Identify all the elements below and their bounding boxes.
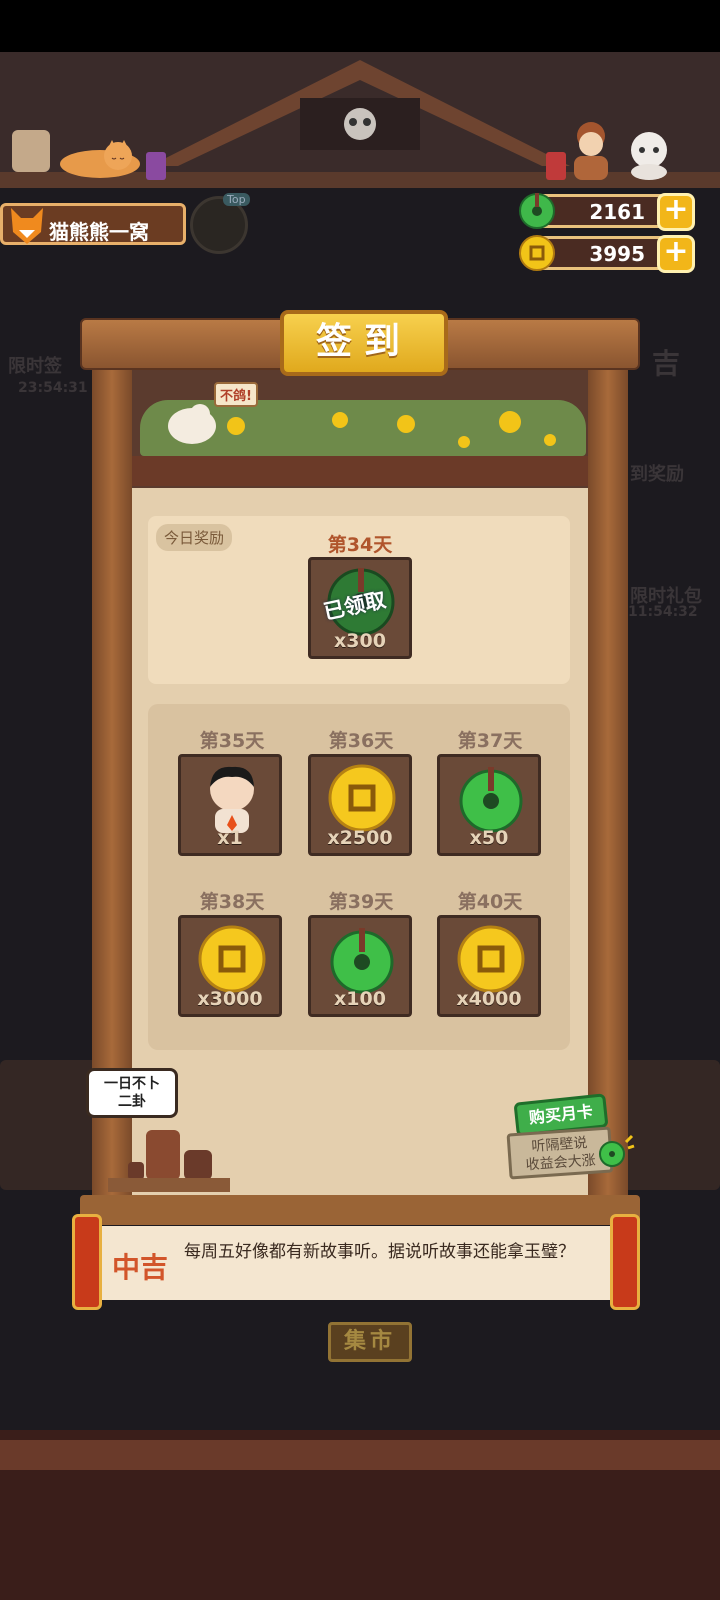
day-title: 第39天	[328, 891, 394, 913]
reward-cell-day40[interactable]: x4000	[437, 915, 541, 1017]
rank-badge[interactable]: Top	[190, 193, 250, 254]
player-tag[interactable]: 猫熊熊一窝	[0, 203, 186, 245]
reward-cell-day35[interactable]: x1	[178, 754, 282, 856]
panel-title: 签到	[280, 310, 448, 376]
bg-floor-strip	[0, 1440, 720, 1470]
jade-amount: 2161	[589, 200, 645, 224]
today-reward-label: 今日奖励	[156, 524, 233, 551]
purple-book-icon	[146, 152, 166, 180]
gold-amount: 3995	[589, 242, 645, 266]
reward-amount: x2500	[327, 827, 393, 849]
shopkeeper-icon	[574, 122, 608, 180]
day-title: 第37天	[457, 730, 523, 752]
reward-amount: x1	[217, 827, 243, 849]
scene-coins	[227, 411, 556, 448]
reward-amount: x3000	[197, 988, 263, 1010]
paw-frame-icon	[12, 130, 50, 172]
bg-event-timer: 23:54:31	[18, 380, 88, 396]
player-name: 猫熊熊一窝	[49, 220, 149, 244]
reward-amount: x100	[334, 988, 386, 1010]
fortune-text: 每周五好像都有新故事听。据说听故事还能拿玉璧？	[184, 1242, 575, 1262]
reward-cell-day36[interactable]: x2500	[308, 754, 412, 856]
scroll-rod-right	[610, 1214, 640, 1310]
jade-coin-icon	[459, 767, 523, 833]
jade-coin-icon	[519, 193, 555, 229]
reward-cell-day39[interactable]: x100	[308, 915, 412, 1017]
speech-line-1: 一日不卜	[104, 1076, 160, 1092]
character-avatar-icon	[210, 766, 254, 833]
status-bar	[0, 0, 720, 52]
speech-line-2: 二卦	[118, 1094, 146, 1110]
fortune-jars-icon	[128, 1130, 212, 1180]
day-title: 第38天	[199, 891, 265, 913]
scroll-top-bar	[80, 1195, 640, 1225]
gold-coin-icon	[519, 235, 555, 271]
gold-coin-icon	[198, 925, 266, 993]
day-title: 第35天	[199, 730, 265, 752]
fox-avatar-icon	[11, 208, 43, 244]
day-title: 第36天	[328, 730, 394, 752]
jade-currency-bar: 2161 +	[519, 193, 695, 231]
gold-coin-icon	[457, 925, 525, 993]
jade-coin-icon	[599, 1134, 635, 1167]
bg-event-label: 限时签	[8, 356, 62, 377]
reward-amount: x4000	[456, 988, 522, 1010]
scene-ledge	[132, 456, 588, 486]
today-day-title: 第34天	[327, 534, 393, 556]
bg-signin-reward-label: 到奖励	[630, 464, 684, 485]
roof-truss	[150, 60, 570, 166]
rank-badge-label: Top	[223, 193, 250, 206]
scroll-rod-left	[72, 1214, 102, 1310]
bg-gift-timer: 11:54:32	[628, 604, 698, 620]
reward-cell-day37[interactable]: x50	[437, 754, 541, 856]
pigeon-icon	[168, 404, 216, 444]
red-book-icon	[546, 152, 566, 180]
gold-coin-icon	[328, 764, 396, 832]
jar-shelf	[108, 1178, 230, 1192]
gold-currency-bar: 3995 +	[519, 235, 695, 273]
panel-post-right	[588, 318, 628, 1218]
white-cat-icon	[631, 132, 667, 180]
fortune-speech-bubble: 一日不卜 二卦	[86, 1068, 178, 1118]
jade-coin-icon	[330, 928, 394, 994]
today-reward-amount: x300	[334, 630, 386, 652]
add-jade-button[interactable]: +	[657, 193, 695, 231]
cat-icon	[60, 140, 140, 178]
pigeon-bubble: 不鸽!	[214, 382, 258, 407]
market-sign[interactable]: 集市	[328, 1322, 412, 1362]
day-title: 第40天	[457, 891, 523, 913]
reward-amount: x50	[469, 827, 509, 849]
reward-cell-day38[interactable]: x3000	[178, 915, 282, 1017]
fortune-level: 中吉	[112, 1251, 169, 1284]
bg-fortune-label: 吉	[652, 347, 681, 380]
add-gold-button[interactable]: +	[657, 235, 695, 273]
today-reward-cell[interactable]: 已领取 x300	[308, 557, 412, 659]
